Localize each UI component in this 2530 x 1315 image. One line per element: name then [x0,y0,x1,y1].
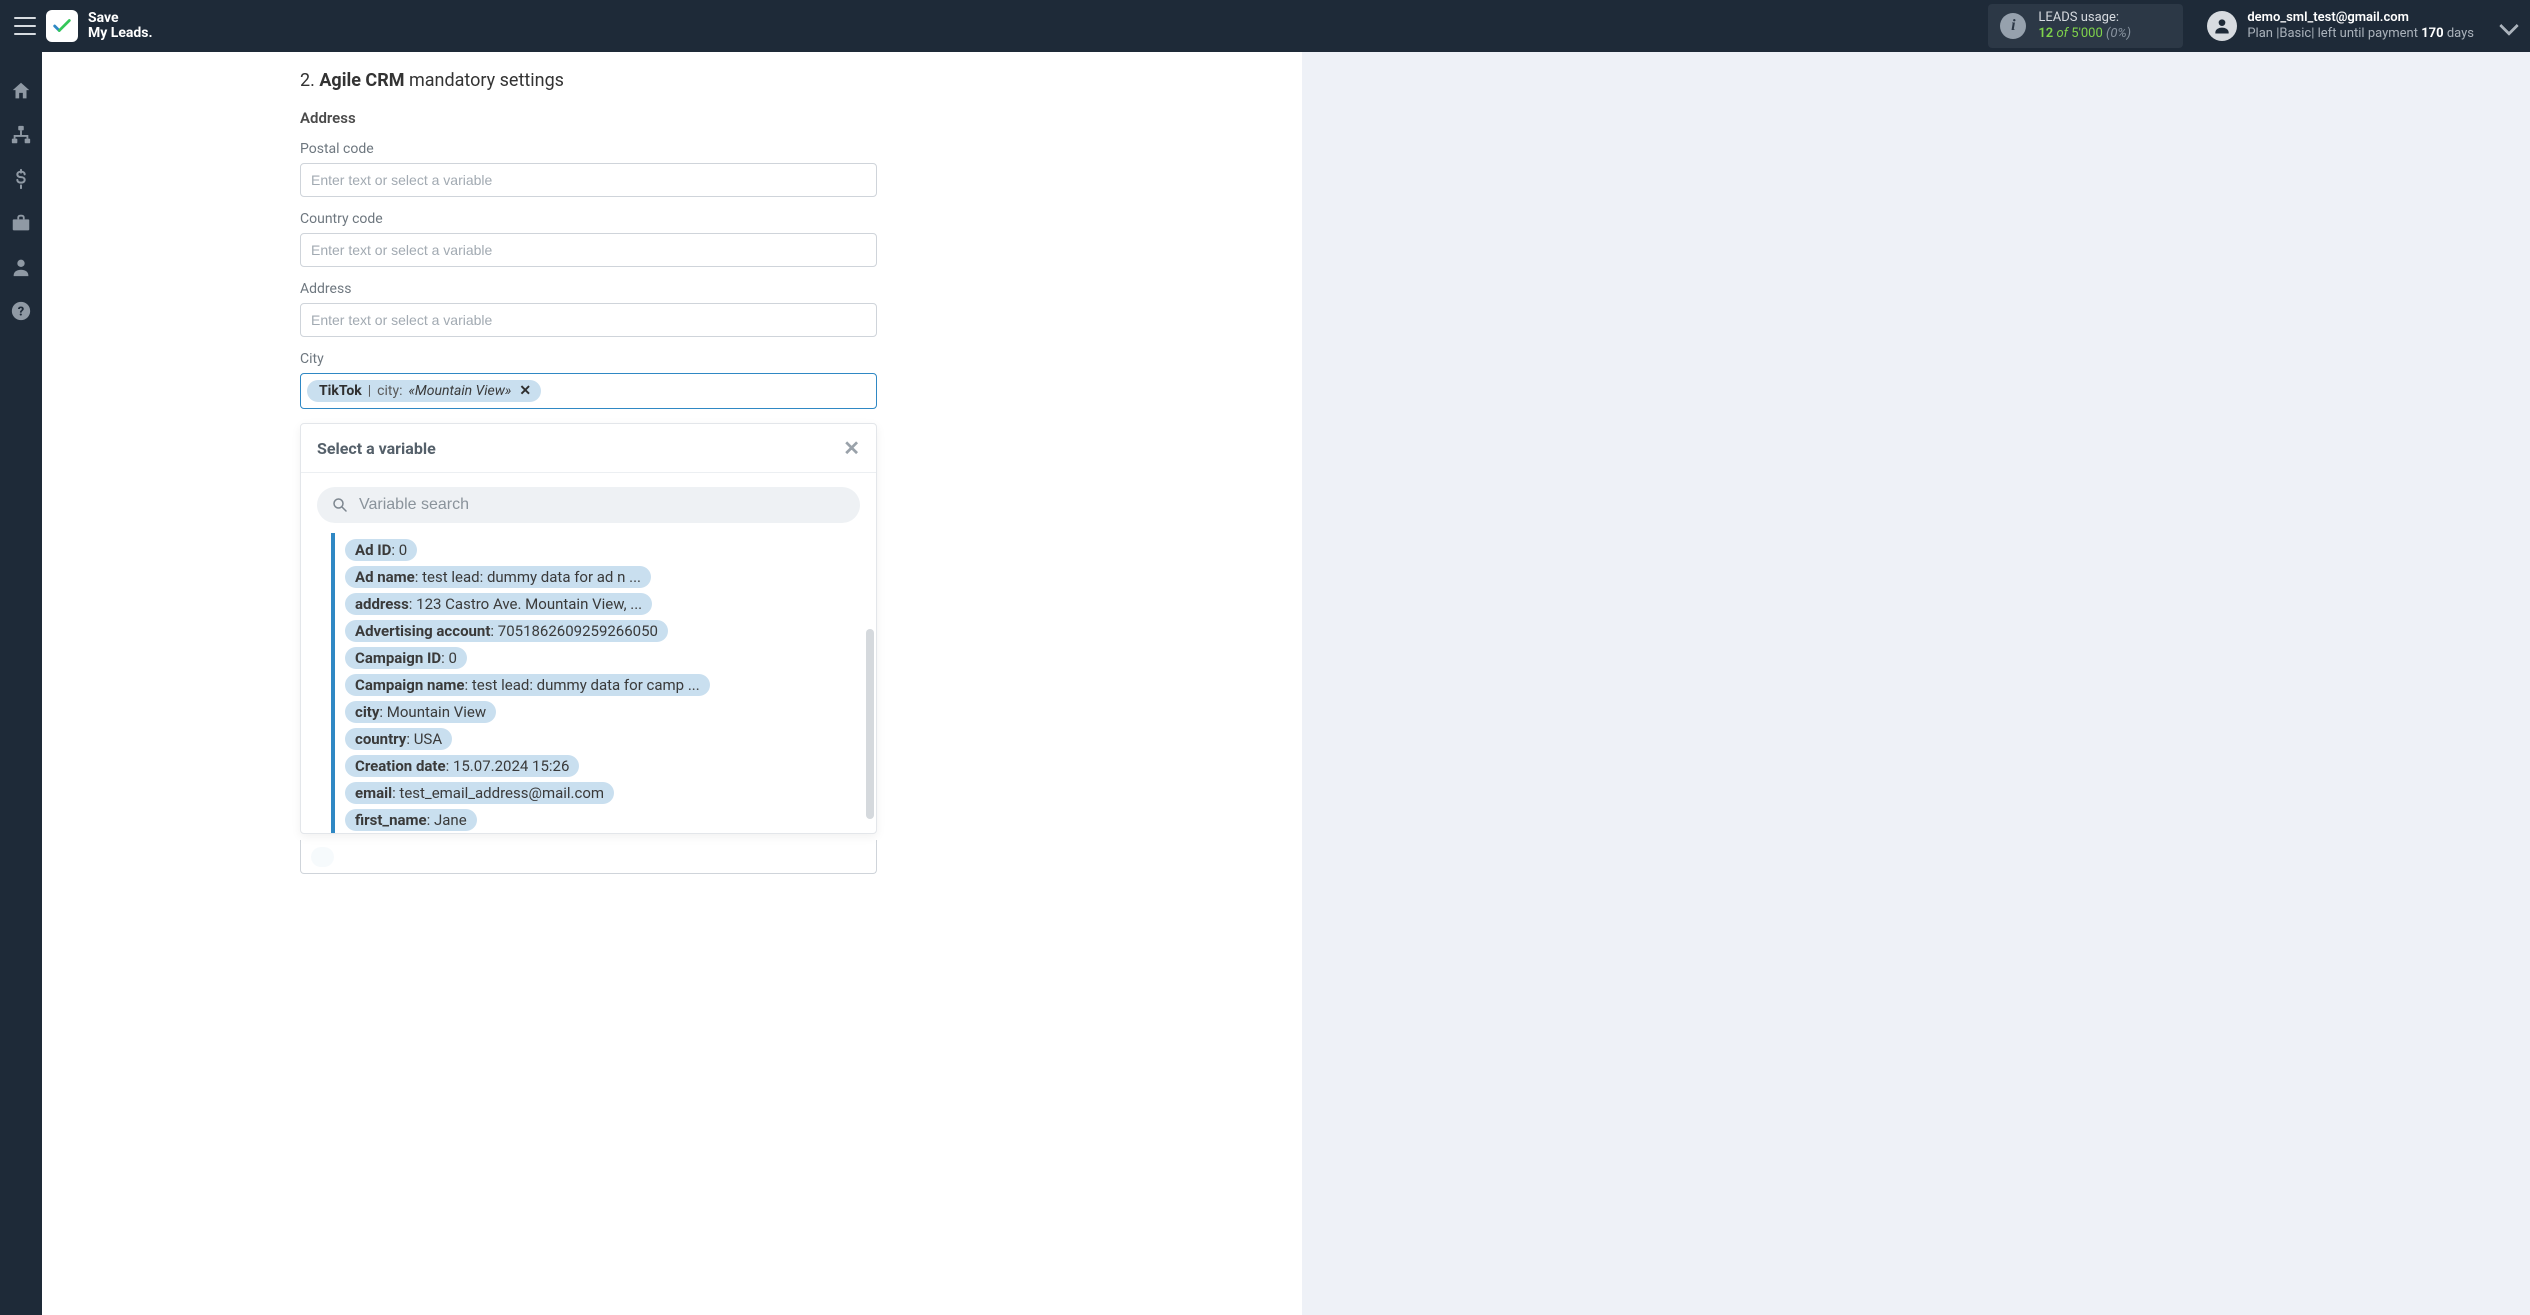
brand-name: Save My Leads. [88,11,153,40]
variable-option[interactable]: Creation date: 15.07.2024 15:26 [345,755,579,777]
sitemap-icon[interactable] [10,124,32,146]
info-icon: i [2000,13,2026,39]
variable-option-value: : Jane [427,811,467,829]
section-step: 2. [300,70,319,91]
chip-separator: | [368,383,371,399]
field-address: Address [300,281,877,337]
variable-option-key: address [355,595,409,613]
variable-option[interactable]: email: test_email_address@mail.com [345,782,614,804]
variable-option-value: : 15.07.2024 15:26 [446,757,570,775]
topbar: Save My Leads. i LEADS usage: 12 of 5'00… [0,0,2530,52]
chip-source: TikTok [319,383,362,399]
section-title: 2. Agile CRM mandatory settings [300,70,1302,91]
variable-option-key: Ad ID [355,541,391,559]
chevron-down-icon[interactable] [2499,16,2519,36]
variable-option-value: : test_email_address@mail.com [392,784,604,802]
country-code-input[interactable] [300,233,877,267]
address-input[interactable] [300,303,877,337]
next-field-peek[interactable] [300,840,877,874]
variable-option-key: city [355,703,379,721]
variable-option[interactable]: Ad name: test lead: dummy data for ad n … [345,566,651,588]
hamburger-menu-icon[interactable] [14,17,36,35]
user-icon[interactable] [10,256,32,278]
address-label: Address [300,281,877,297]
city-input[interactable]: TikTok | city: «Mountain View» ✕ [300,373,877,409]
dropdown-title: Select a variable [317,439,436,458]
variable-option-key: Campaign ID [355,649,441,667]
variable-option-key: Campaign name [355,676,465,694]
variable-option-key: email [355,784,392,802]
variable-search-input[interactable] [359,496,846,514]
settings-card: 2. Agile CRM mandatory settings Address … [42,52,1302,1315]
usage-box[interactable]: i LEADS usage: 12 of 5'000 (0%) [1988,4,2183,49]
variable-search[interactable] [317,487,860,523]
variable-option-key: Advertising account [355,622,490,640]
usage-label: LEADS usage: [2038,10,2131,26]
avatar-icon [2207,11,2237,41]
variable-option[interactable]: Ad ID: 0 [345,539,417,561]
usage-pct: (0%) [2106,26,2131,41]
variable-option-value: : 123 Castro Ave. Mountain View, ... [409,595,642,613]
variable-option-key: first_name [355,811,427,829]
field-country-code: Country code [300,211,877,267]
usage-used: 12 [2038,26,2053,41]
dropdown-scrollbar[interactable] [866,629,874,819]
variable-option[interactable]: address: 123 Castro Ave. Mountain View, … [345,593,652,615]
dollar-icon[interactable] [10,168,32,190]
account-email: demo_sml_test@gmail.com [2247,10,2474,26]
city-variable-chip[interactable]: TikTok | city: «Mountain View» ✕ [307,380,541,402]
brand-logo[interactable] [46,10,78,42]
variable-option-value: : 0 [391,541,407,559]
variable-dropdown: Select a variable ✕ Ad ID: 0Ad name: tes… [300,423,877,834]
variable-option-value: : 0 [441,649,457,667]
search-icon [331,496,349,514]
variable-option[interactable]: Campaign ID: 0 [345,647,467,669]
brand-line-2: My Leads. [88,26,153,41]
group-label: Address [300,109,1302,127]
brand-line-1: Save [88,11,153,26]
variable-option-value: : USA [406,730,442,748]
field-postal-code: Postal code [300,141,877,197]
section-rest: mandatory settings [405,70,564,91]
variable-option-value: : 7051862609259266050 [490,622,658,640]
dropdown-close-icon[interactable]: ✕ [843,436,860,460]
variable-option-value: : test lead: dummy data for camp ... [465,676,700,694]
chip-value: «Mountain View» [408,383,511,399]
home-icon[interactable] [10,80,32,102]
chip-key: city: [377,383,402,399]
usage-text: LEADS usage: 12 of 5'000 (0%) [2038,10,2131,43]
postal-code-input[interactable] [300,163,877,197]
variable-option-value: : Mountain View [379,703,486,721]
plan-prefix: Plan |Basic| left until payment [2247,26,2421,41]
help-icon[interactable]: ? [10,300,32,322]
account-plan: Plan |Basic| left until payment 170 days [2247,26,2474,42]
variable-option[interactable]: city: Mountain View [345,701,496,723]
city-label: City [300,351,877,367]
variable-option[interactable]: first_name: Jane [345,809,477,831]
ghost-chip [311,847,334,867]
variable-option-value: : test lead: dummy data for ad n ... [415,568,641,586]
variable-option-key: country [355,730,406,748]
plan-days: 170 [2421,26,2443,41]
usage-of: of [2056,26,2068,41]
account-text: demo_sml_test@gmail.com Plan |Basic| lef… [2247,10,2474,43]
postal-code-label: Postal code [300,141,877,157]
svg-text:?: ? [18,305,25,320]
sidebar: ? [0,52,42,1315]
briefcase-icon[interactable] [10,212,32,234]
field-city: City TikTok | city: «Mountain View» ✕ [300,351,877,409]
chip-remove-icon[interactable]: ✕ [519,383,531,399]
variable-option[interactable]: Campaign name: test lead: dummy data for… [345,674,710,696]
country-code-label: Country code [300,211,877,227]
usage-limit: 5'000 [2071,26,2103,41]
variable-option-key: Ad name [355,568,415,586]
variable-option[interactable]: country: USA [345,728,452,750]
plan-days-suffix: days [2444,26,2474,41]
variable-option-key: Creation date [355,757,446,775]
section-brand: Agile CRM [319,70,404,91]
account-box[interactable]: demo_sml_test@gmail.com Plan |Basic| lef… [2207,10,2516,43]
variable-list: Ad ID: 0Ad name: test lead: dummy data f… [345,539,866,833]
variable-option[interactable]: Advertising account: 7051862609259266050 [345,620,668,642]
